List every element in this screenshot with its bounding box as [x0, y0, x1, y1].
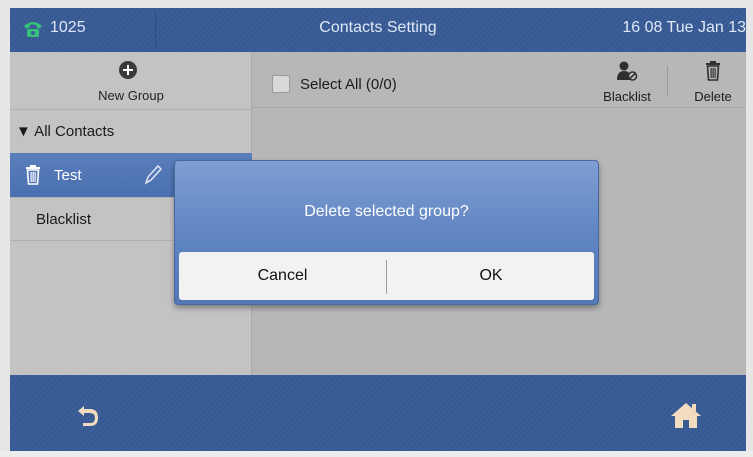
bezel-right	[746, 0, 753, 457]
sidebar-item-label: Blacklist	[36, 211, 92, 228]
all-contacts-label: ▼ All Contacts	[16, 123, 115, 140]
select-all-label: Select All (0/0)	[300, 76, 397, 93]
home-icon[interactable]	[670, 401, 702, 429]
new-group-label: New Group	[98, 88, 164, 103]
status-bar: 1025 Contacts Setting 16 08 Tue Jan 13	[10, 8, 746, 52]
select-all-checkbox[interactable]	[272, 75, 290, 93]
confirm-dialog: Delete selected group? Cancel OK	[174, 160, 599, 305]
plus-circle-icon	[118, 60, 138, 80]
phone-screen: 1025 Contacts Setting 16 08 Tue Jan 13 N…	[0, 0, 753, 457]
cancel-button[interactable]: Cancel	[179, 252, 386, 300]
back-icon[interactable]	[75, 402, 101, 428]
blacklist-label: Blacklist	[603, 89, 651, 104]
dialog-button-divider	[386, 260, 387, 294]
bottom-bar	[10, 375, 746, 451]
dialog-message: Delete selected group?	[304, 203, 469, 220]
person-blocked-icon	[617, 61, 638, 81]
blacklist-button[interactable]: Blacklist	[597, 52, 657, 108]
toolbar-divider	[667, 66, 668, 96]
contacts-toolbar: Select All (0/0) Blacklist Delete	[253, 52, 746, 108]
new-group-button[interactable]: New Group	[10, 52, 252, 108]
bezel-bottom	[0, 451, 753, 457]
dialog-button-bar: Cancel OK	[179, 252, 594, 300]
trash-icon	[706, 61, 720, 81]
ok-button[interactable]: OK	[388, 252, 594, 300]
bezel-left	[0, 0, 10, 457]
delete-label: Delete	[694, 89, 732, 104]
sidebar-item-all-contacts[interactable]: ▼ All Contacts	[10, 109, 252, 153]
clock: 16 08 Tue Jan 13	[622, 19, 746, 36]
sidebar-item-label: Test	[54, 167, 82, 184]
bezel-top	[0, 0, 753, 8]
pencil-icon[interactable]	[142, 163, 164, 187]
trash-icon[interactable]	[24, 164, 42, 186]
delete-button[interactable]: Delete	[685, 52, 741, 108]
